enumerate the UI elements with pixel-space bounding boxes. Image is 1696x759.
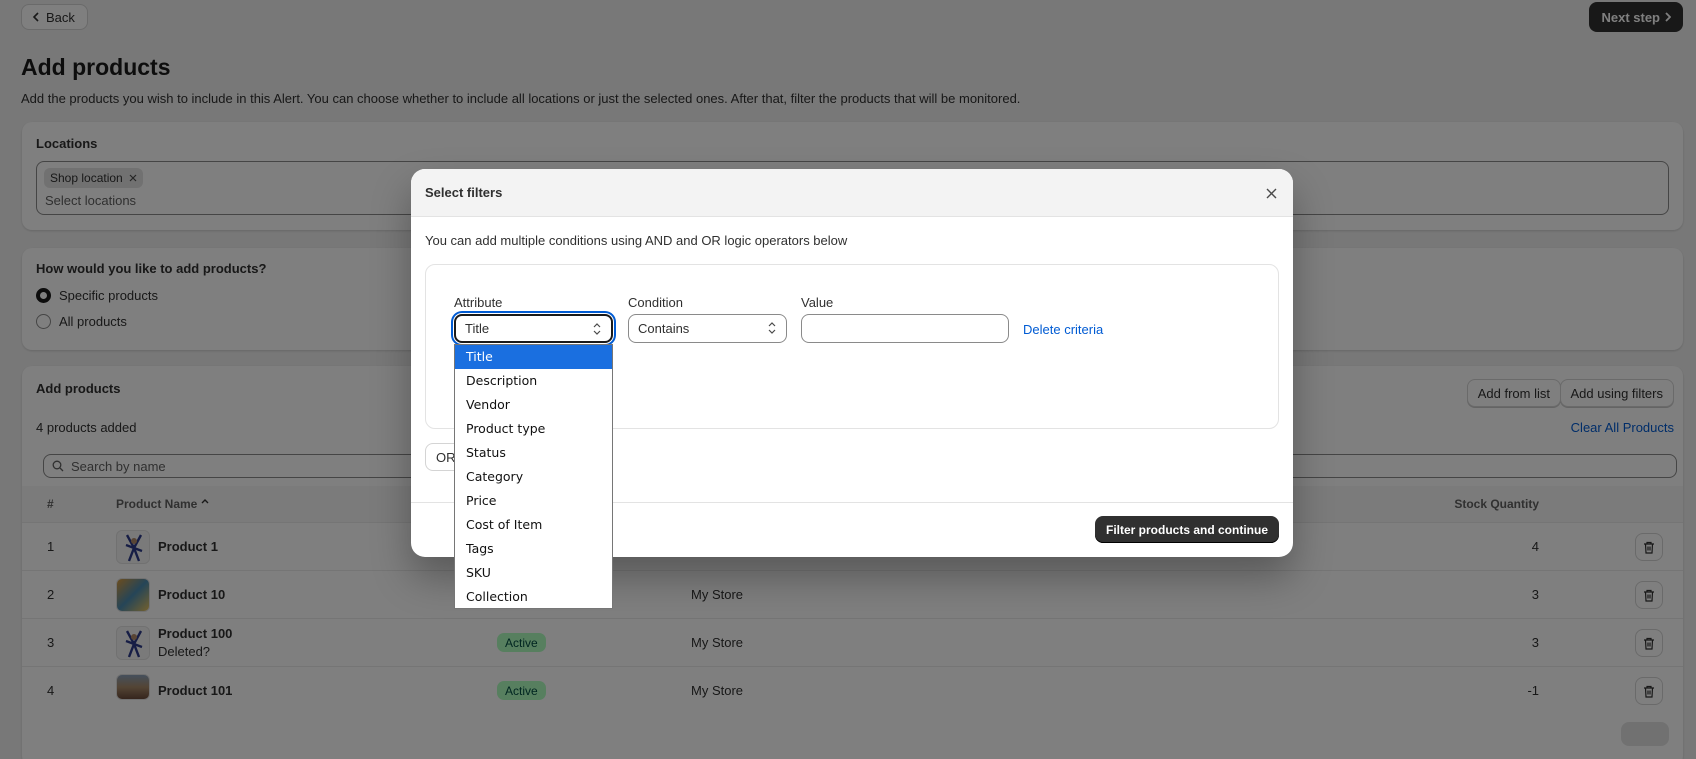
dropdown-option-collection[interactable]: Collection: [455, 585, 612, 609]
dropdown-option-title[interactable]: Title: [455, 345, 612, 369]
attribute-dropdown-list[interactable]: Title Description Vendor Product type St…: [454, 344, 613, 609]
dropdown-option-tags[interactable]: Tags: [455, 537, 612, 561]
close-button[interactable]: [1261, 183, 1281, 203]
value-input[interactable]: [801, 314, 1009, 343]
dropdown-option-description[interactable]: Description: [455, 369, 612, 393]
condition-label: Condition: [628, 295, 683, 310]
dropdown-option-product-type[interactable]: Product type: [455, 417, 612, 441]
condition-select-value: Contains: [638, 321, 690, 336]
attribute-select-value: Title: [465, 321, 490, 336]
dropdown-option-sku[interactable]: SKU: [455, 561, 612, 585]
condition-select[interactable]: Contains: [628, 314, 787, 343]
dropdown-option-vendor[interactable]: Vendor: [455, 393, 612, 417]
modal-title: Select filters: [425, 185, 503, 200]
value-label: Value: [801, 295, 834, 310]
dropdown-option-category[interactable]: Category: [455, 465, 612, 489]
modal-header: Select filters: [411, 169, 1293, 217]
select-chevron-icon: [593, 323, 601, 335]
modal-intro: You can add multiple conditions using AN…: [425, 233, 848, 248]
attribute-label: Attribute: [454, 295, 503, 310]
attribute-select[interactable]: Title: [454, 314, 613, 343]
filter-products-continue-button[interactable]: Filter products and continue: [1094, 516, 1279, 543]
dropdown-option-cost-of-item[interactable]: Cost of Item: [455, 513, 612, 537]
dropdown-option-status[interactable]: Status: [455, 441, 612, 465]
close-icon: [1266, 188, 1277, 199]
dropdown-option-price[interactable]: Price: [455, 489, 612, 513]
delete-criteria-link[interactable]: Delete criteria: [1023, 322, 1103, 337]
select-chevron-icon: [768, 322, 776, 334]
